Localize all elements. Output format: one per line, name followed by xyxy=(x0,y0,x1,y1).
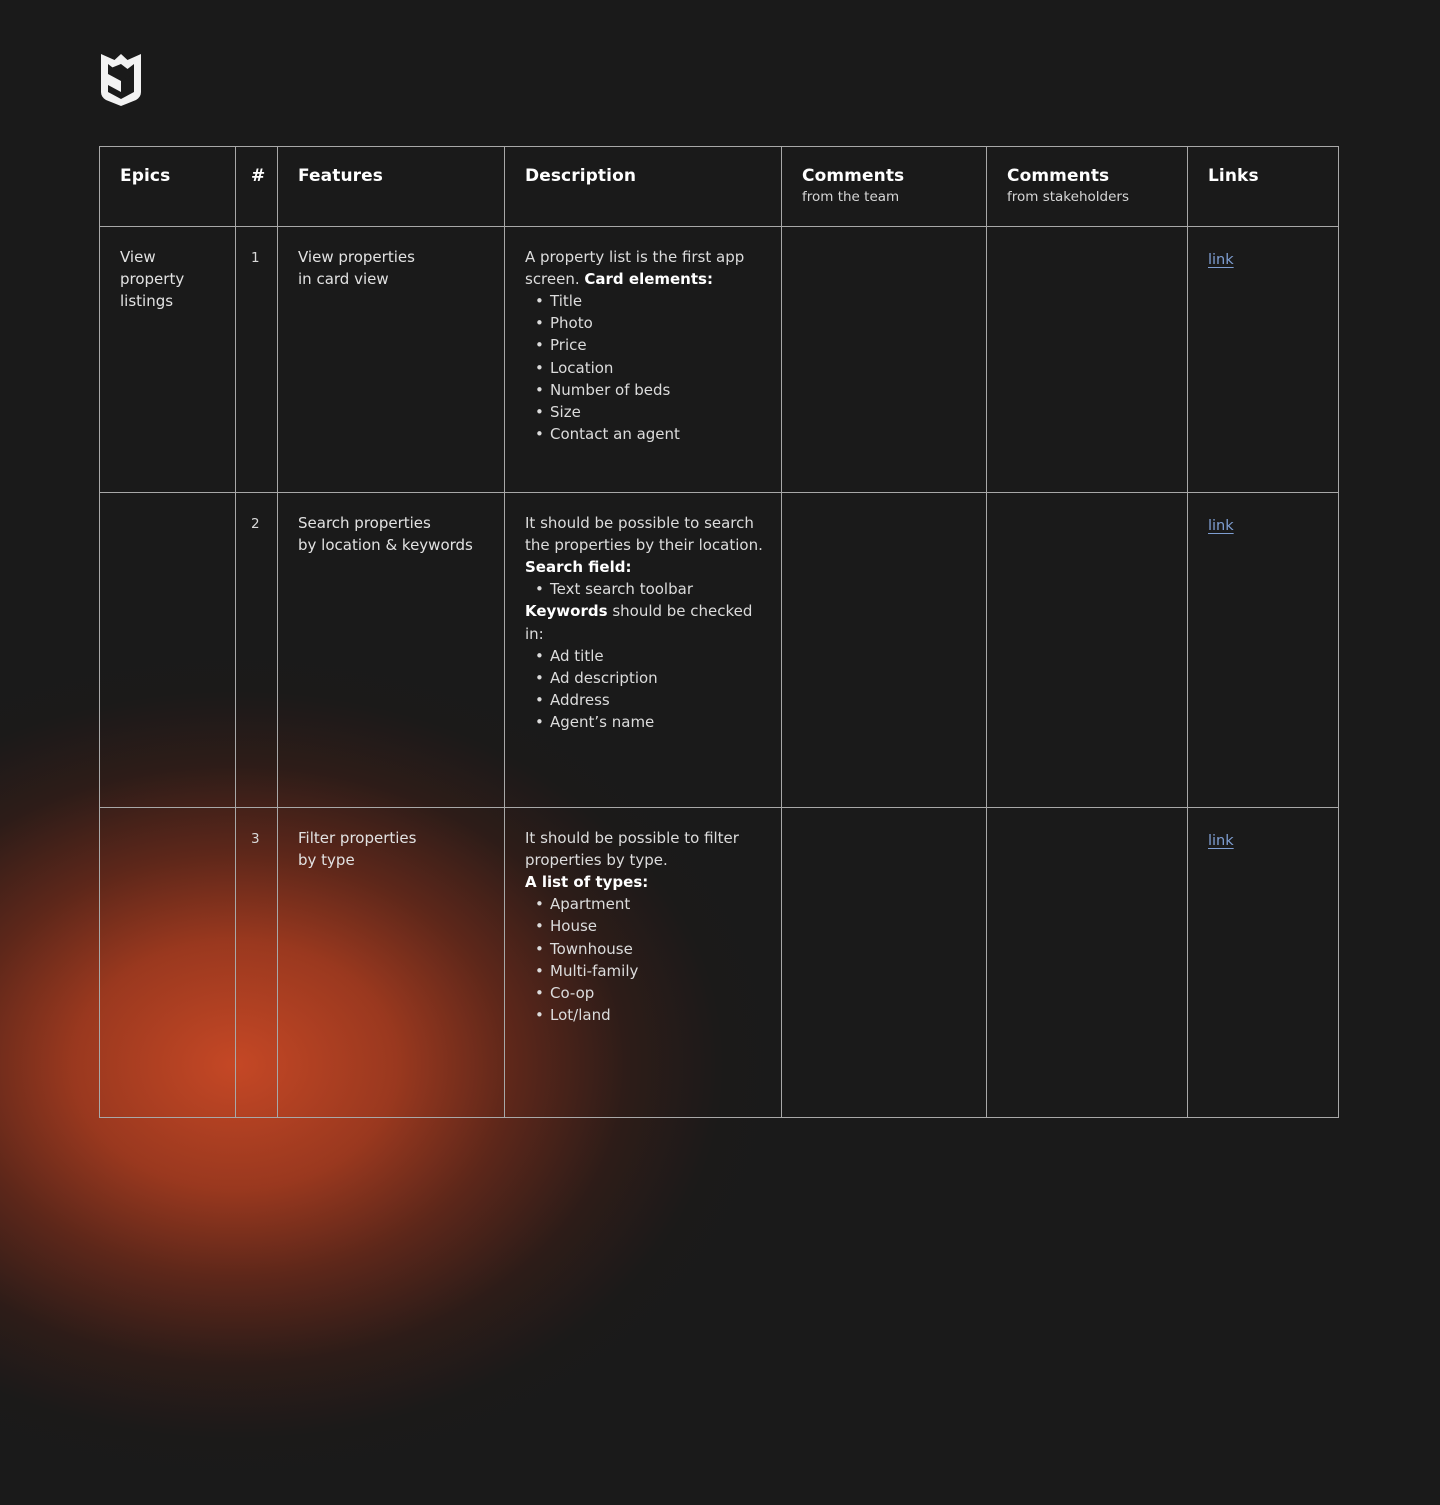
list-item: Lot/land xyxy=(525,1004,767,1026)
table-header-row: Epics # Features Description Comments fr… xyxy=(99,146,1339,227)
list-item: Townhouse xyxy=(525,938,767,960)
cell-description: A property list is the first app screen.… xyxy=(504,225,782,493)
feature-line: Filter properties xyxy=(298,828,417,847)
cell-comments-team[interactable] xyxy=(781,225,987,493)
cell-links: link xyxy=(1187,225,1339,493)
cell-epic: View property listings xyxy=(99,225,236,493)
list-item: Number of beds xyxy=(525,379,767,401)
cell-comments-stakeholders[interactable] xyxy=(986,225,1188,493)
column-header-comments-stakeholders-title: Comments xyxy=(1007,166,1110,186)
description-bullet-list: Text search toolbar xyxy=(525,578,767,600)
feature-line: by location & keywords xyxy=(298,535,473,554)
description-intro: It should be possible to filter properti… xyxy=(525,828,739,869)
epic-line: property xyxy=(120,269,185,288)
description-section-heading-2-bold: Keywords xyxy=(525,602,608,621)
column-header-features-title: Features xyxy=(298,166,383,186)
list-item: Contact an agent xyxy=(525,423,767,445)
column-header-comments-team-title: Comments xyxy=(802,166,905,186)
list-item: Title xyxy=(525,290,767,312)
description-intro: A property list is the first app screen.… xyxy=(525,246,767,290)
row-link[interactable]: link xyxy=(1208,252,1234,268)
list-item: Photo xyxy=(525,312,767,334)
table-row: 3 Filter properties by type It should be… xyxy=(99,806,1339,1118)
cell-number: 3 xyxy=(235,806,278,1118)
cell-links: link xyxy=(1187,491,1339,808)
column-header-number-title: # xyxy=(251,166,266,186)
cell-epic xyxy=(99,806,236,1118)
cell-comments-team[interactable] xyxy=(781,491,987,808)
table-row: 2 Search properties by location & keywor… xyxy=(99,491,1339,808)
row-link[interactable]: link xyxy=(1208,518,1234,534)
list-item: Co-op xyxy=(525,982,767,1004)
table-row: View property listings 1 View properties… xyxy=(99,225,1339,493)
requirements-table: Epics # Features Description Comments fr… xyxy=(99,146,1339,1118)
list-item: Size xyxy=(525,401,767,423)
column-header-description-title: Description xyxy=(525,166,637,186)
description-bullet-list-2: Ad title Ad description Address Agent’s … xyxy=(525,645,767,734)
description-section-heading: A list of types: xyxy=(525,871,767,893)
description-intro-bold: Card elements: xyxy=(584,269,713,288)
column-header-epics-title: Epics xyxy=(120,166,171,186)
cell-comments-team[interactable] xyxy=(781,806,987,1118)
description-section-heading-text: A list of types: xyxy=(525,873,649,892)
description-section-heading-2: Keywords should be checked in: xyxy=(525,600,767,644)
page-root: Epics # Features Description Comments fr… xyxy=(0,0,1440,1118)
description-section-heading: Search field: xyxy=(525,556,767,578)
list-item: Location xyxy=(525,357,767,379)
list-item: Apartment xyxy=(525,893,767,915)
column-header-comments-stakeholders: Comments from stakeholders xyxy=(986,146,1188,227)
list-item: Multi-family xyxy=(525,960,767,982)
cell-number: 2 xyxy=(235,491,278,808)
list-item: House xyxy=(525,915,767,937)
list-item: Ad description xyxy=(525,667,767,689)
column-header-links-title: Links xyxy=(1208,166,1259,186)
feature-line: View properties xyxy=(298,247,415,266)
cell-description: It should be possible to filter properti… xyxy=(504,806,782,1118)
cell-feature: Search properties by location & keywords xyxy=(277,491,505,808)
cell-comments-stakeholders[interactable] xyxy=(986,806,1188,1118)
column-header-features: Features xyxy=(277,146,505,227)
list-item: Ad title xyxy=(525,645,767,667)
epic-line: listings xyxy=(120,292,174,311)
cell-number: 1 xyxy=(235,225,278,493)
row-link[interactable]: link xyxy=(1208,833,1234,849)
cell-description: It should be possible to search the prop… xyxy=(504,491,782,808)
feature-line: in card view xyxy=(298,269,389,288)
column-header-number: # xyxy=(235,146,278,227)
cell-comments-stakeholders[interactable] xyxy=(986,491,1188,808)
description-bullet-list: Title Photo Price Location Number of bed… xyxy=(525,290,767,446)
description-section-heading-text: Search field: xyxy=(525,558,632,577)
ms-monogram-logo xyxy=(98,52,144,106)
column-header-comments-stakeholders-subtitle: from stakeholders xyxy=(1007,189,1129,206)
column-header-comments-team-subtitle: from the team xyxy=(802,189,900,206)
list-item: Price xyxy=(525,334,767,356)
feature-line: by type xyxy=(298,850,355,869)
cell-epic xyxy=(99,491,236,808)
cell-feature: View properties in card view xyxy=(277,225,505,493)
description-intro: It should be possible to search the prop… xyxy=(525,513,763,554)
column-header-comments-team: Comments from the team xyxy=(781,146,987,227)
list-item: Text search toolbar xyxy=(525,578,767,600)
column-header-description: Description xyxy=(504,146,782,227)
column-header-epics: Epics xyxy=(99,146,236,227)
feature-line: Search properties xyxy=(298,513,431,532)
column-header-links: Links xyxy=(1187,146,1339,227)
cell-links: link xyxy=(1187,806,1339,1118)
list-item: Agent’s name xyxy=(525,711,767,733)
epic-line: View xyxy=(120,247,156,266)
list-item: Address xyxy=(525,689,767,711)
cell-feature: Filter properties by type xyxy=(277,806,505,1118)
description-bullet-list: Apartment House Townhouse Multi-family C… xyxy=(525,893,767,1026)
